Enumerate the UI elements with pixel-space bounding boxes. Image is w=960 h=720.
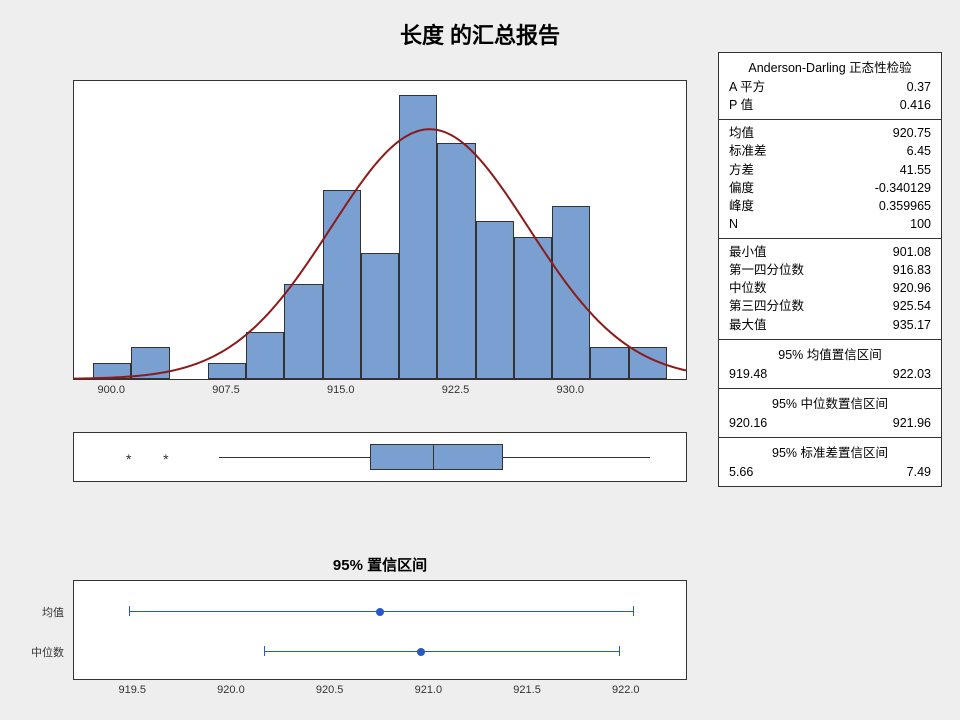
moment-value: 920.75 [893,124,931,142]
ci-std-section: 95% 标准差置信区间 5.66 7.49 [719,438,941,486]
histogram-tick: 900.0 [97,384,125,396]
quartile-value: 925.54 [893,297,931,315]
ci-tick: 920.5 [316,684,344,696]
quartile-label: 第三四分位数 [729,297,804,315]
quartile-label: 最大值 [729,316,767,334]
ci-median-low: 920.16 [729,414,767,432]
moment-value: 6.45 [907,142,931,160]
moment-row: 标准差 6.45 [729,142,931,160]
ci-median-high: 921.96 [893,414,931,432]
page-title: 长度 的汇总报告 [0,18,960,50]
ci-mean-row: 919.48 922.03 [729,365,931,383]
normal-curve [74,81,686,379]
moment-row: N 100 [729,215,931,233]
ci-median-row: 920.16 921.96 [729,414,931,432]
ci-interval-cap [633,606,634,616]
quartile-label: 最小值 [729,243,767,261]
ci-interval-cap [619,646,620,656]
ci-std-row: 5.66 7.49 [729,463,931,481]
ci-point [417,648,425,656]
ci-mean-header: 95% 均值置信区间 [729,344,931,365]
ci-title: 95% 置信区间 [73,554,687,575]
quartile-row: 最大值 935.17 [729,316,931,334]
moment-value: 0.359965 [879,197,931,215]
quartile-value: 920.96 [893,279,931,297]
ci-std-low: 5.66 [729,463,753,481]
boxplot-median [433,444,434,470]
histogram-tick: 922.5 [442,384,470,396]
ad-header: Anderson-Darling 正态性检验 [729,57,931,78]
quartile-row: 第一四分位数 916.83 [729,261,931,279]
quartiles-section: 最小值 901.08 第一四分位数 916.83 中位数 920.96 第三四分位数 925.… [719,239,941,340]
boxplot-panel: ** [73,432,687,482]
ad-a2-label: A 平方 [729,78,765,96]
ci-mean-high: 922.03 [893,365,931,383]
moment-row: 均值 920.75 [729,124,931,142]
ci-std-header: 95% 标准差置信区间 [729,442,931,463]
ci-label-median: 中位数 [4,644,64,660]
moment-row: 偏度 -0.340129 [729,179,931,197]
moments-section: 均值 920.75 标准差 6.45 方差 41.55 偏度 -0.340129 峰度 0.359… [719,120,941,239]
boxplot-outlier: * [126,451,131,467]
ci-tick: 920.0 [217,684,245,696]
ci-label-mean: 均值 [4,604,64,620]
quartile-row: 中位数 920.96 [729,279,931,297]
ci-point [376,608,384,616]
moment-value: 100 [910,215,931,233]
ad-a2-row: A 平方 0.37 [729,78,931,96]
ci-panel [73,580,687,680]
ci-interval-line [264,651,619,652]
moment-label: 均值 [729,124,754,142]
boxplot-outlier: * [163,451,168,467]
ci-tick: 919.5 [118,684,146,696]
quartile-row: 最小值 901.08 [729,243,931,261]
quartile-row: 第三四分位数 925.54 [729,297,931,315]
moment-label: N [729,215,738,233]
ci-interval-cap [264,646,265,656]
ci-std-high: 7.49 [907,463,931,481]
ci-tick: 921.0 [415,684,443,696]
moment-row: 峰度 0.359965 [729,197,931,215]
moment-value: -0.340129 [875,179,931,197]
ci-tick: 921.5 [513,684,541,696]
moment-label: 标准差 [729,142,767,160]
histogram-tick: 915.0 [327,384,355,396]
ad-a2-value: 0.37 [907,78,931,96]
boxplot-box [370,444,503,470]
stats-panel: Anderson-Darling 正态性检验 A 平方 0.37 P 值 0.4… [718,52,942,487]
ci-median-header: 95% 中位数置信区间 [729,393,931,414]
ci-mean-section: 95% 均值置信区间 919.48 922.03 [719,340,941,389]
ad-p-row: P 值 0.416 [729,96,931,114]
quartile-label: 第一四分位数 [729,261,804,279]
ci-mean-low: 919.48 [729,365,767,383]
moment-label: 峰度 [729,197,754,215]
ad-p-label: P 值 [729,96,753,114]
moment-label: 偏度 [729,179,754,197]
histogram-tick: 930.0 [556,384,584,396]
ci-median-section: 95% 中位数置信区间 920.16 921.96 [719,389,941,438]
quartile-value: 916.83 [893,261,931,279]
moment-label: 方差 [729,161,754,179]
ci-x-axis: 919.5 920.0 920.5 921.0 921.5 922.0 [73,684,687,702]
ci-tick: 922.0 [612,684,640,696]
ad-section: Anderson-Darling 正态性检验 A 平方 0.37 P 值 0.4… [719,53,941,120]
histogram-tick: 907.5 [212,384,240,396]
moment-value: 41.55 [900,161,931,179]
quartile-label: 中位数 [729,279,767,297]
quartile-value: 935.17 [893,316,931,334]
histogram-panel [73,80,687,380]
moment-row: 方差 41.55 [729,161,931,179]
ad-p-value: 0.416 [900,96,931,114]
histogram-x-axis: 900.0 907.5 915.0 922.5 930.0 [73,384,687,402]
quartile-value: 901.08 [893,243,931,261]
ci-interval-cap [129,606,130,616]
